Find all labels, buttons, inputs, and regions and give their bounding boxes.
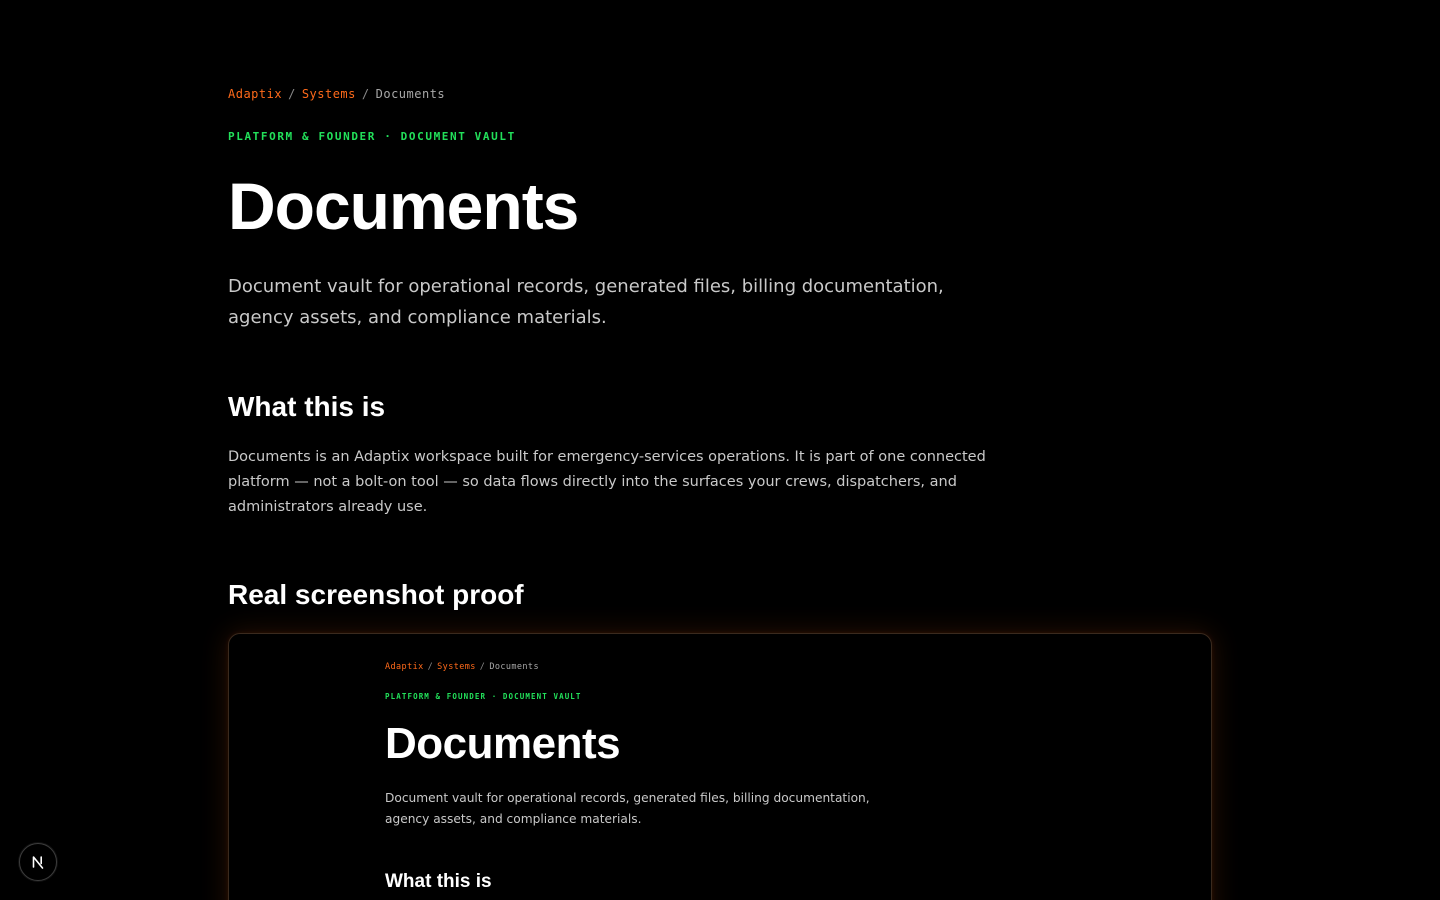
page-description: Document vault for operational records, … [228,276,944,328]
preview-breadcrumb-current: Documents [489,662,539,672]
preview-eyebrow-label: PLATFORM & FOUNDER · DOCUMENT VAULT [385,692,582,701]
section-heading-screenshot-proof: Real screenshot proof [228,579,524,610]
nextjs-devtools-button[interactable] [19,843,57,881]
breadcrumb-link-adaptix[interactable]: Adaptix [228,87,282,101]
breadcrumb-separator: / [288,87,296,101]
preview-title: Documents [385,719,621,768]
eyebrow-label: PLATFORM & FOUNDER · DOCUMENT VAULT [228,130,516,143]
section-body-what-this-is: Documents is an Adaptix workspace built … [228,449,986,515]
preview-breadcrumb-separator: / [427,662,434,672]
breadcrumb-current: Documents [375,87,446,101]
preview-description: Document vault for operational records, … [385,791,870,826]
page: Adaptix / Systems / Documents PLATFORM & FOU… [0,0,1440,900]
breadcrumb: Adaptix / Systems / Documents [228,87,445,101]
nextjs-logo-icon [32,856,44,869]
breadcrumb-separator: / [361,87,370,101]
preview-breadcrumb-adaptix: Adaptix [385,662,424,672]
preview-section-heading: What this is [385,871,492,892]
preview-breadcrumb: Adaptix / Systems / Documents [385,662,539,672]
page-title: Documents [228,169,579,243]
preview-breadcrumb-systems: Systems [437,662,476,672]
breadcrumb-link-systems[interactable]: Systems [302,87,356,101]
section-heading-what-this-is: What this is [228,391,386,422]
preview-breadcrumb-separator: / [479,662,486,672]
screenshot-proof-frame: Adaptix / Systems / Documents PLATFORM & FOU… [228,633,1212,900]
